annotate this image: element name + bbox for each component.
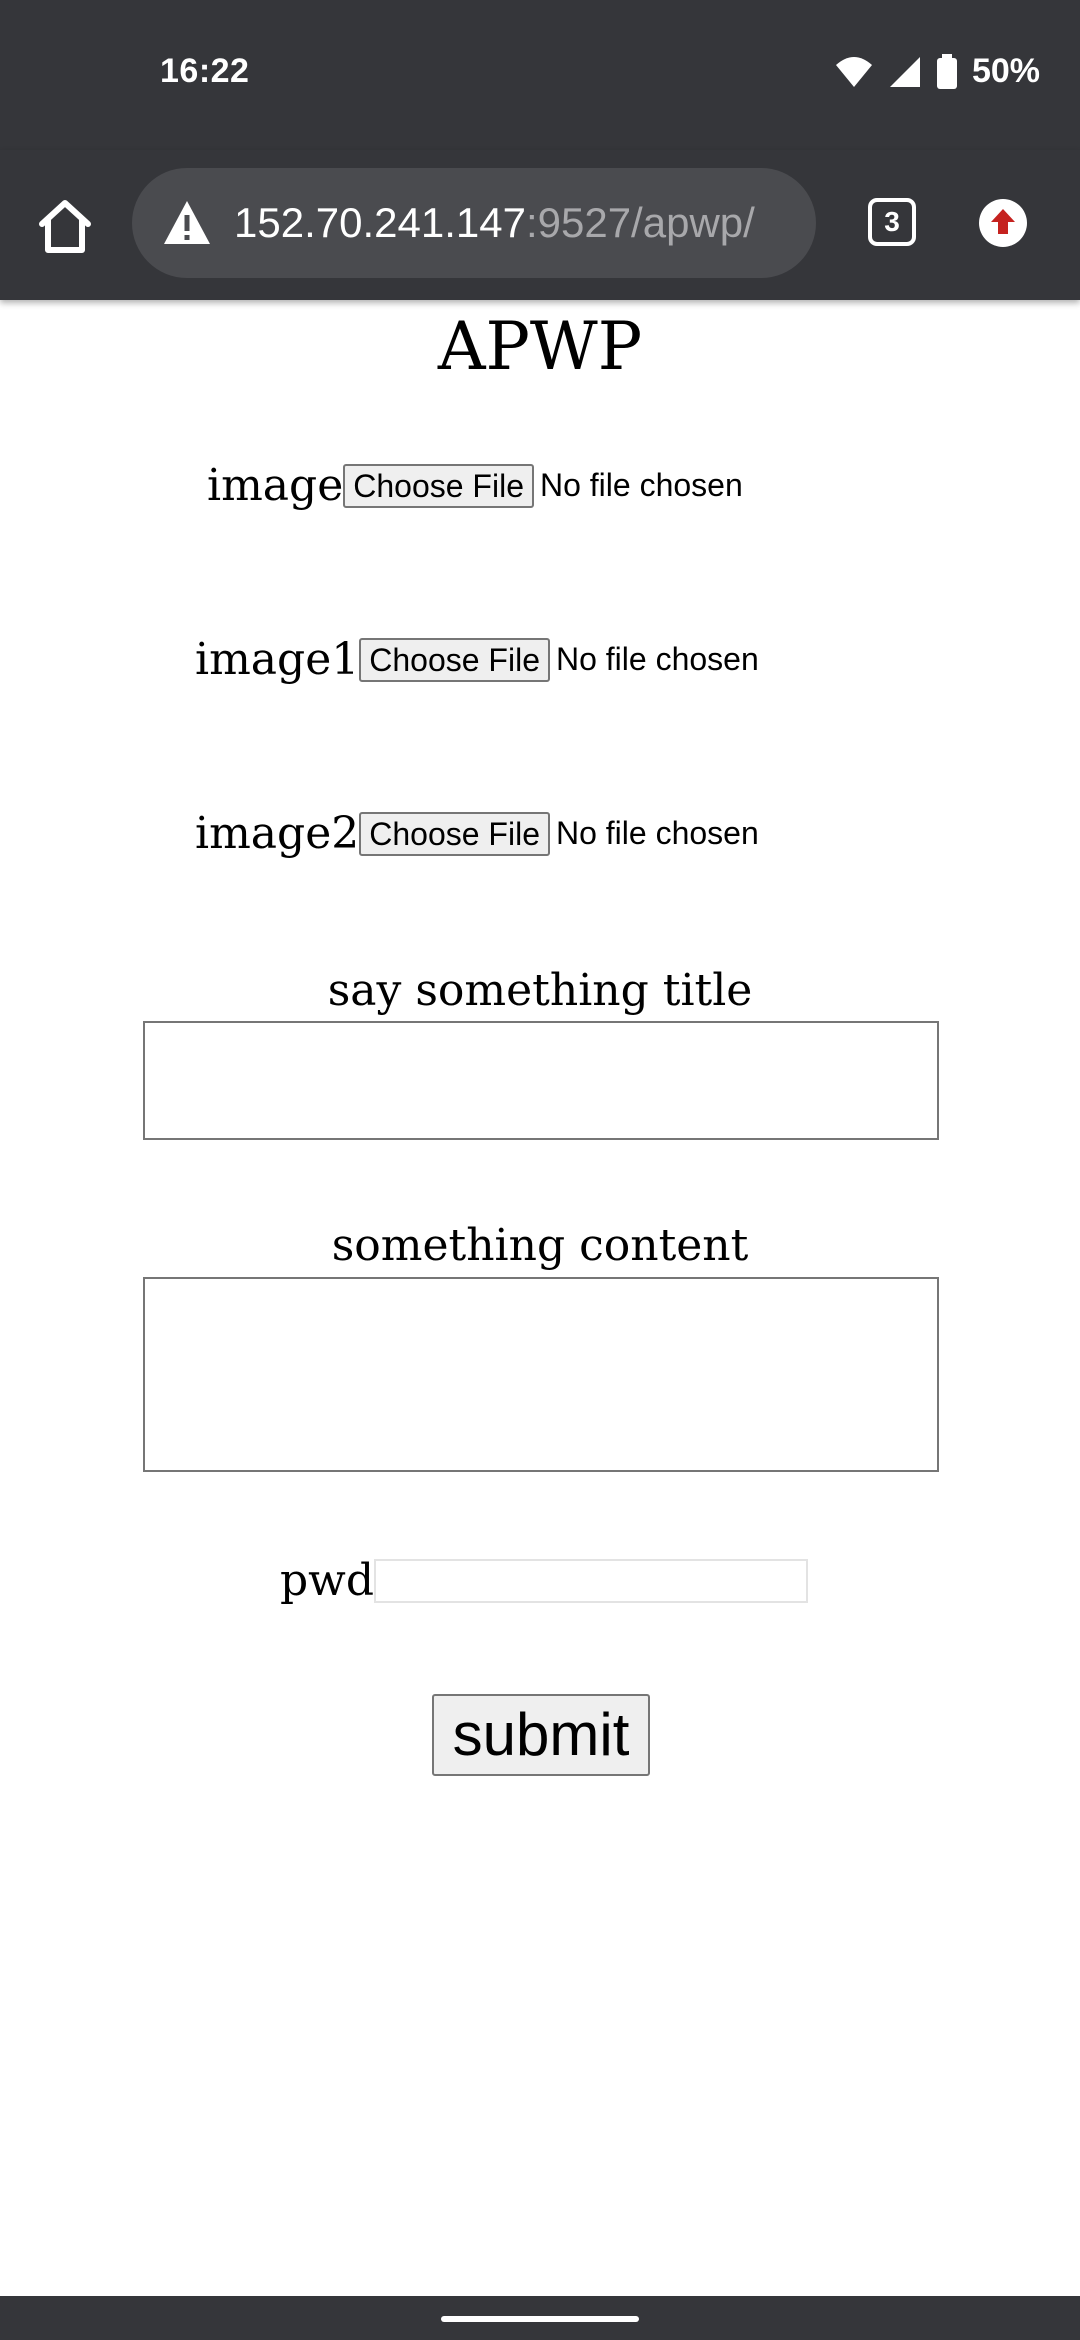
image1-file-status: No file chosen (555, 641, 759, 677)
image-label: image (207, 460, 344, 511)
home-gesture-handle[interactable] (441, 2316, 639, 2322)
home-button[interactable] (30, 192, 100, 262)
browser-toolbar: 152.70.241.147:9527/apwp/ 3 (0, 150, 1080, 300)
pwd-row: pwd (280, 1555, 808, 1606)
submit-button[interactable]: submit (432, 1694, 650, 1776)
image2-choose-file-button[interactable]: Choose File (359, 811, 550, 856)
status-icons: 50% (834, 52, 1040, 91)
battery-icon (936, 53, 958, 90)
update-icon (979, 199, 1027, 247)
address-bar[interactable]: 152.70.241.147:9527/apwp/ (132, 168, 816, 278)
content-field-label: something content (331, 1220, 749, 1271)
status-time: 16:22 (160, 52, 250, 90)
image1-choose-file-button[interactable]: Choose File (359, 637, 550, 682)
home-icon (39, 200, 91, 253)
image2-file-status: No file chosen (555, 815, 759, 851)
wifi-icon (834, 55, 874, 89)
content-textarea[interactable] (143, 1277, 939, 1472)
pwd-label: pwd (280, 1555, 374, 1606)
image-upload-row: image Choose File No file chosen (207, 460, 743, 511)
image-file-status: No file chosen (539, 467, 743, 503)
image-choose-file-button[interactable]: Choose File (343, 463, 534, 508)
url-host: 152.70.241.147 (234, 199, 526, 246)
pwd-input[interactable] (374, 1558, 808, 1603)
image1-upload-row: image1 Choose File No file chosen (195, 634, 759, 685)
update-button[interactable] (978, 198, 1028, 248)
url-text: 152.70.241.147:9527/apwp/ (234, 199, 755, 247)
title-field-label: say something title (327, 965, 753, 1016)
gesture-nav-bar (0, 2296, 1080, 2340)
page-title: APWP (437, 308, 643, 385)
image2-upload-row: image2 Choose File No file chosen (195, 808, 759, 859)
warning-icon (164, 201, 210, 244)
image1-label: image1 (195, 634, 360, 685)
signal-icon (888, 55, 922, 89)
url-path: :9527/apwp/ (525, 199, 755, 246)
tab-switcher-icon[interactable]: 3 (868, 198, 916, 246)
battery-percent: 50% (971, 52, 1040, 90)
title-input[interactable] (143, 1021, 939, 1140)
status-bar: 16:22 50% (0, 0, 1080, 150)
image2-label: image2 (195, 808, 360, 859)
